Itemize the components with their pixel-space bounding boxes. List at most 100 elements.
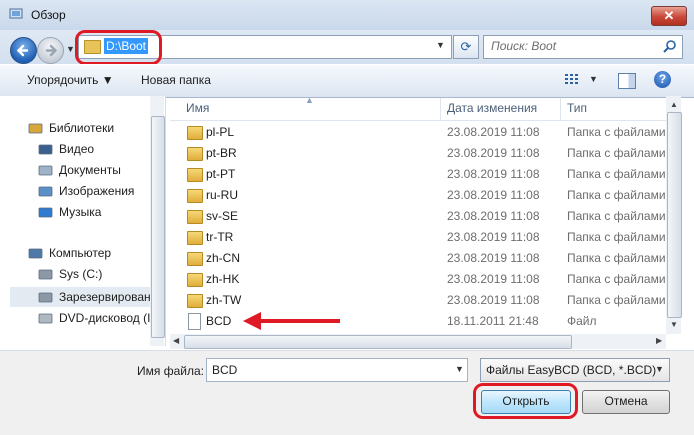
file-type: Папка с файлами <box>567 125 666 139</box>
folder-icon <box>187 231 203 245</box>
address-dropdown[interactable]: ▼ <box>436 40 445 50</box>
nav-item-label[interactable]: Sys (C:) <box>59 267 102 281</box>
window-title: Обзор <box>31 8 66 22</box>
folder-icon <box>187 252 203 266</box>
file-date: 23.08.2019 11:08 <box>447 167 540 181</box>
search-icon[interactable] <box>662 39 678 53</box>
filename-label: Имя файла: <box>137 364 204 378</box>
scroll-up-arrow[interactable]: ▲ <box>670 100 678 109</box>
file-date: 23.08.2019 11:08 <box>447 251 540 265</box>
file-type-value[interactable]: Файлы EasyBCD (BCD, *.BCD) <box>486 363 656 377</box>
scroll-right-arrow[interactable]: ▶ <box>656 336 662 345</box>
nav-scroll-thumb[interactable] <box>151 116 165 338</box>
file-row[interactable]: zh-CN 23.08.2019 11:08 Папка с файлами <box>183 248 666 269</box>
title-bar <box>0 0 694 31</box>
file-type: Папка с файлами <box>567 167 666 181</box>
file-name: zh-HK <box>206 272 240 286</box>
nav-item-label[interactable]: DVD-дисковод (I <box>59 311 150 325</box>
preview-pane-icon[interactable] <box>618 73 636 89</box>
nav-item-label[interactable]: Музыка <box>59 205 101 219</box>
file-name: zh-CN <box>206 251 241 265</box>
help-icon[interactable]: ? <box>654 71 671 88</box>
nav-item-label[interactable]: Зарезервирован <box>59 290 151 304</box>
column-header-type[interactable]: Тип <box>567 101 587 115</box>
file-name: tr-TR <box>206 230 234 244</box>
file-row[interactable]: sv-SE 23.08.2019 11:08 Папка с файлами <box>183 206 666 227</box>
file-name: pt-BR <box>206 146 237 160</box>
file-type: Папка с файлами <box>567 293 666 307</box>
nav-item-label[interactable]: Библиотеки <box>49 121 114 135</box>
file-date: 23.08.2019 11:08 <box>447 146 540 160</box>
file-type-dropdown-icon[interactable]: ▼ <box>655 364 664 374</box>
filename-input[interactable] <box>206 358 468 382</box>
organize-button[interactable]: Упорядочить ▼ <box>27 73 114 87</box>
vertical-scroll-thumb[interactable] <box>667 112 682 318</box>
sort-ascending-icon: ▲ <box>305 95 314 105</box>
back-arrow-icon <box>16 44 29 57</box>
highlight-ring-address <box>75 30 162 65</box>
file-name: ru-RU <box>206 188 238 202</box>
pictures-icon <box>38 185 53 198</box>
search-placeholder: Поиск: Boot <box>491 39 557 53</box>
nav-item-label[interactable]: Видео <box>59 142 94 156</box>
folder-icon <box>187 168 203 182</box>
file-row[interactable]: tr-TR 23.08.2019 11:08 Папка с файлами <box>183 227 666 248</box>
file-row[interactable]: pt-PT 23.08.2019 11:08 Папка с файлами <box>183 164 666 185</box>
folder-icon <box>187 147 203 161</box>
file-name: pt-PT <box>206 167 236 181</box>
file-row[interactable]: zh-TW 23.08.2019 11:08 Папка с файлами <box>183 290 666 311</box>
column-divider[interactable] <box>440 98 441 120</box>
file-row[interactable]: ru-RU 23.08.2019 11:08 Папка с файлами <box>183 185 666 206</box>
column-header-name[interactable]: Имя <box>186 101 209 115</box>
filename-value[interactable]: BCD <box>212 363 237 377</box>
scroll-down-arrow[interactable]: ▼ <box>670 320 678 329</box>
forward-arrow-icon <box>45 44 58 57</box>
video-icon <box>38 143 53 156</box>
forward-button[interactable] <box>37 37 64 64</box>
window-icon <box>9 8 23 20</box>
file-date: 23.08.2019 11:08 <box>447 188 540 202</box>
refresh-button[interactable]: ⟳ <box>453 35 479 59</box>
back-button[interactable] <box>10 37 37 64</box>
recent-pages-dropdown[interactable]: ▼ <box>66 45 75 54</box>
dvd-icon <box>38 312 53 325</box>
nav-item-label[interactable]: Документы <box>59 163 121 177</box>
file-type: Папка с файлами <box>567 272 666 286</box>
file-type: Папка с файлами <box>567 146 666 160</box>
drive-icon <box>38 291 53 304</box>
drive-icon <box>38 268 53 281</box>
scroll-left-arrow[interactable]: ◀ <box>173 336 179 345</box>
file-row[interactable]: zh-HK 23.08.2019 11:08 Папка с файлами <box>183 269 666 290</box>
file-name: zh-TW <box>206 293 242 307</box>
views-dropdown[interactable]: ▼ <box>589 74 598 84</box>
file-row[interactable]: pt-BR 23.08.2019 11:08 Папка с файлами <box>183 143 666 164</box>
folder-icon <box>187 189 203 203</box>
column-divider[interactable] <box>560 98 561 120</box>
file-type: Папка с файлами <box>567 230 666 244</box>
file-date: 23.08.2019 11:08 <box>447 272 540 286</box>
annotation-arrow-head <box>243 312 261 330</box>
file-icon <box>188 313 201 330</box>
filename-dropdown[interactable]: ▼ <box>455 364 464 374</box>
computer-icon <box>28 247 43 260</box>
file-type: Файл <box>567 314 597 328</box>
close-button[interactable]: ✕ <box>651 6 687 26</box>
folder-icon <box>187 294 203 308</box>
folder-icon <box>187 126 203 140</box>
new-folder-button[interactable]: Новая папка <box>141 73 211 87</box>
file-row[interactable]: pl-PL 23.08.2019 11:08 Папка с файлами <box>183 122 666 143</box>
libraries-icon <box>28 122 43 135</box>
column-header-row <box>170 98 680 121</box>
file-date: 18.11.2011 21:48 <box>447 314 539 328</box>
column-header-date[interactable]: Дата изменения <box>447 101 537 115</box>
horizontal-scroll-thumb[interactable] <box>184 335 572 349</box>
file-date: 23.08.2019 11:08 <box>447 230 540 244</box>
views-icon[interactable] <box>565 73 579 85</box>
nav-item-label[interactable]: Компьютер <box>49 246 111 260</box>
folder-icon <box>187 273 203 287</box>
cancel-button[interactable]: Отмена <box>582 390 670 414</box>
file-type: Папка с файлами <box>567 251 666 265</box>
file-name: pl-PL <box>206 125 235 139</box>
nav-item-label[interactable]: Изображения <box>59 184 134 198</box>
highlight-ring-open <box>473 383 578 419</box>
